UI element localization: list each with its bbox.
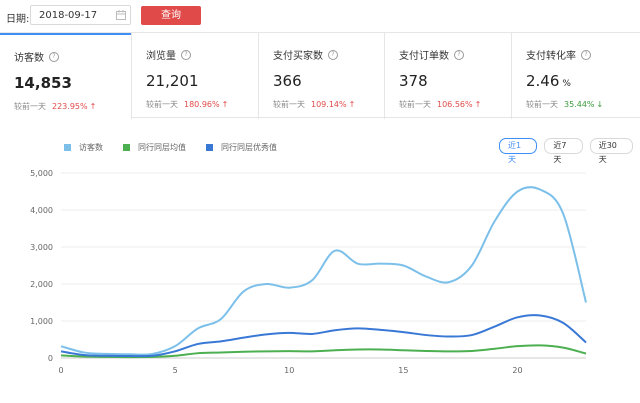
metric-title: 浏览量?	[146, 47, 191, 62]
metric-title: 访客数?	[14, 49, 59, 64]
y-tick-label: 0	[48, 354, 53, 363]
y-tick-label: 1,000	[30, 317, 53, 326]
dashboard: 日期: 2018-09-17 查询 访客数? 14,853 较前一天 223.95% ↑…	[0, 0, 640, 403]
metric-card-1[interactable]: 访客数? 14,853 较前一天 223.95% ↑	[0, 33, 131, 119]
change-value: 106.56%	[437, 100, 473, 109]
change-value: 35.44%	[564, 100, 595, 109]
change-value: 109.14%	[311, 100, 347, 109]
metric-value: 21,201	[146, 72, 202, 90]
change-value: 223.95%	[52, 102, 88, 111]
change-percent: 180.96% ↑	[184, 100, 228, 109]
metric-card-3[interactable]: 支付买家数? 366 较前一天 109.14% ↑	[258, 33, 384, 119]
line-chart: 0 1,000 2,000 3,000 4,000 5,000 0 5 10 15 20	[30, 169, 587, 375]
help-icon[interactable]: ?	[181, 49, 191, 60]
metric-compare: 较前一天 223.95% ↑	[14, 101, 96, 112]
metric-value: 14,853	[14, 74, 75, 92]
y-tick-label: 2,000	[30, 280, 53, 289]
compare-label: 较前一天	[273, 100, 305, 109]
help-icon[interactable]: ?	[581, 49, 591, 60]
metric-compare: 较前一天 109.14% ↑	[273, 99, 355, 110]
compare-label: 较前一天	[399, 100, 431, 109]
legend-swatch	[206, 144, 213, 151]
metric-title-text: 支付转化率	[526, 51, 576, 62]
legend-label: 同行同层均值	[138, 143, 186, 152]
help-icon[interactable]: ?	[49, 51, 59, 62]
x-tick-label: 15	[398, 366, 408, 375]
metric-cards: 访客数? 14,853 较前一天 223.95% ↑ 浏览量? 21,201 较前一天 180.…	[0, 32, 640, 119]
legend-label: 同行同层优秀值	[221, 143, 277, 152]
arrow-down-icon: ↓	[596, 100, 604, 109]
chart-panel: 0 1,000 2,000 3,000 4,000 5,000 0 5 10 15 20 访客数 同行…	[0, 118, 640, 403]
metric-value-number: 2.46	[526, 72, 560, 90]
range-selector: 近1天 近7天 近30天	[499, 138, 640, 164]
date-value: 2018-09-17	[39, 10, 98, 21]
legend-item[interactable]: 同行同层均值	[123, 142, 186, 153]
compare-label: 较前一天	[146, 100, 178, 109]
metric-value-number: 14,853	[14, 74, 72, 92]
metric-title: 支付订单数?	[399, 47, 464, 62]
help-icon[interactable]: ?	[328, 49, 338, 60]
y-tick-label: 3,000	[30, 243, 53, 252]
metric-value: 366	[273, 72, 305, 90]
legend-label: 访客数	[79, 143, 103, 152]
arrow-up-icon: ↑	[221, 100, 229, 109]
change-percent: 35.44% ↓	[564, 100, 603, 109]
metric-compare: 较前一天 106.56% ↑	[399, 99, 481, 110]
metric-title-text: 支付买家数	[273, 51, 323, 62]
range-button-1[interactable]: 近1天	[499, 138, 538, 164]
metric-unit: %	[562, 79, 571, 89]
metric-value: 2.46%	[526, 72, 571, 90]
legend-item[interactable]: 访客数	[64, 142, 103, 153]
series-line-1	[60, 186, 587, 356]
x-tick-label: 20	[512, 366, 522, 375]
y-tick-label: 4,000	[30, 206, 53, 215]
metric-value: 378	[399, 72, 431, 90]
metric-title-text: 访客数	[14, 53, 44, 64]
legend-swatch	[64, 144, 71, 151]
metric-value-number: 366	[273, 72, 302, 90]
metric-value-number: 378	[399, 72, 428, 90]
arrow-up-icon: ↑	[474, 100, 482, 109]
change-percent: 223.95% ↑	[52, 102, 96, 111]
date-picker-input[interactable]: 2018-09-17	[30, 5, 131, 25]
compare-label: 较前一天	[526, 100, 558, 109]
metric-compare: 较前一天 35.44% ↓	[526, 99, 603, 110]
calendar-icon[interactable]	[116, 10, 126, 20]
arrow-up-icon: ↑	[348, 100, 356, 109]
x-tick-label: 10	[284, 366, 294, 375]
metric-title-text: 支付订单数	[399, 51, 449, 62]
date-label: 日期:	[6, 14, 30, 25]
compare-label: 较前一天	[14, 102, 46, 111]
change-value: 180.96%	[184, 100, 220, 109]
metric-title-text: 浏览量	[146, 51, 176, 62]
chart-legend: 访客数 同行同层均值 同行同层优秀值	[64, 142, 297, 153]
change-percent: 109.14% ↑	[311, 100, 355, 109]
metric-card-2[interactable]: 浏览量? 21,201 较前一天 180.96% ↑	[131, 33, 258, 119]
metric-card-5[interactable]: 支付转化率? 2.46% 较前一天 35.44% ↓	[511, 33, 640, 119]
x-tick-label: 5	[173, 366, 178, 375]
metric-title: 支付转化率?	[526, 47, 591, 62]
y-tick-label: 5,000	[30, 169, 53, 178]
legend-swatch	[123, 144, 130, 151]
metric-compare: 较前一天 180.96% ↑	[146, 99, 228, 110]
help-icon[interactable]: ?	[454, 49, 464, 60]
range-button-2[interactable]: 近7天	[544, 138, 583, 164]
range-button-3[interactable]: 近30天	[589, 138, 633, 164]
filter-bar: 日期: 2018-09-17 查询	[0, 0, 640, 32]
query-button[interactable]: 查询	[141, 6, 201, 25]
legend-item[interactable]: 同行同层优秀值	[206, 142, 277, 153]
metric-value-number: 21,201	[146, 72, 199, 90]
arrow-up-icon: ↑	[89, 102, 97, 111]
x-tick-label: 0	[58, 366, 63, 375]
metric-title: 支付买家数?	[273, 47, 338, 62]
metric-card-4[interactable]: 支付订单数? 378 较前一天 106.56% ↑	[384, 33, 511, 119]
change-percent: 106.56% ↑	[437, 100, 481, 109]
